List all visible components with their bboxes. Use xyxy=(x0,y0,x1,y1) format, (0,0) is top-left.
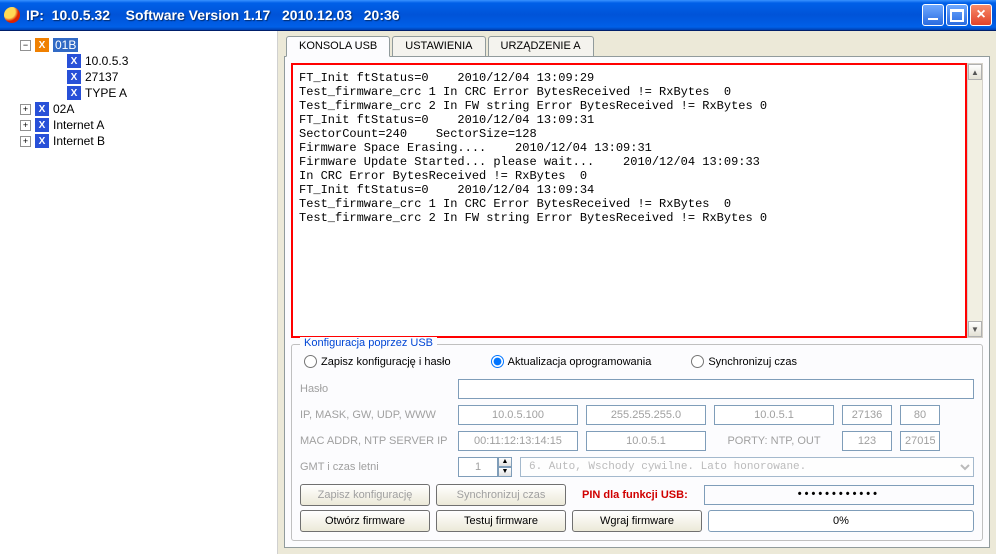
save-config-button: Zapisz konfigurację xyxy=(300,484,430,506)
tab-strip: KONSOLA USB USTAWIENIA URZĄDZENIE A xyxy=(284,36,990,56)
dst-mode-select: 6. Auto, Wschody cywilne. Lato honorowan… xyxy=(520,457,974,477)
node-icon: X xyxy=(35,102,49,116)
tab-console[interactable]: KONSOLA USB xyxy=(286,36,390,57)
progress-bar: 0% xyxy=(708,510,974,532)
node-icon: X xyxy=(35,134,49,148)
collapse-icon[interactable]: − xyxy=(20,40,31,51)
label-ip: IP, MASK, GW, UDP, WWW xyxy=(300,409,450,421)
expand-icon[interactable]: + xyxy=(20,136,31,147)
spin-up-icon: ▲ xyxy=(498,457,512,467)
scroll-up-icon[interactable]: ▲ xyxy=(968,64,982,80)
label-ports: PORTY: NTP, OUT xyxy=(714,435,834,447)
tree-node[interactable]: + X 02A xyxy=(4,101,273,117)
spin-down-icon: ▼ xyxy=(498,467,512,477)
tab-settings[interactable]: USTAWIENIA xyxy=(392,36,485,56)
label-gmt: GMT i czas letni xyxy=(300,461,450,473)
app-icon xyxy=(4,7,20,23)
tab-device-a[interactable]: URZĄDZENIE A xyxy=(488,36,594,56)
minimize-button[interactable] xyxy=(922,4,944,26)
udp-field xyxy=(842,405,892,425)
group-legend: Konfiguracja poprzez USB xyxy=(300,337,437,349)
radio-firmware-update[interactable]: Aktualizacja oprogramowania xyxy=(491,355,652,368)
radio-sync-input[interactable] xyxy=(691,355,704,368)
tree-child-label: TYPE A xyxy=(85,86,127,100)
node-icon: X xyxy=(35,38,49,52)
radio-save-input[interactable] xyxy=(304,355,317,368)
maximize-button[interactable] xyxy=(946,4,968,26)
mac-field xyxy=(458,431,578,451)
node-icon: X xyxy=(67,86,81,100)
password-field xyxy=(458,379,974,399)
gmt-value xyxy=(458,457,498,477)
tab-page: FT_Init ftStatus=0 2010/12/04 13:09:29 T… xyxy=(284,56,990,548)
tree-child-label: 10.0.5.3 xyxy=(85,54,128,68)
tree-node-label: Internet A xyxy=(53,118,104,132)
www-field xyxy=(900,405,940,425)
tree-node-label: 02A xyxy=(53,102,74,116)
open-firmware-button[interactable]: Otwórz firmware xyxy=(300,510,430,532)
tree-panel: − X 01B X 10.0.5.3 X 27137 X TYPE A + xyxy=(0,31,278,554)
label-mac: MAC ADDR, NTP SERVER IP xyxy=(300,435,450,447)
tree-child[interactable]: X 10.0.5.3 xyxy=(4,53,273,69)
out-port-field xyxy=(900,431,940,451)
tree-node[interactable]: + X Internet B xyxy=(4,133,273,149)
node-icon: X xyxy=(67,70,81,84)
usb-config-group: Konfiguracja poprzez USB Zapisz konfigur… xyxy=(291,344,983,541)
expand-icon[interactable]: + xyxy=(20,104,31,115)
radio-sync-time[interactable]: Synchronizuj czas xyxy=(691,355,797,368)
node-icon: X xyxy=(67,54,81,68)
console-output[interactable]: FT_Init ftStatus=0 2010/12/04 13:09:29 T… xyxy=(291,63,967,338)
tree-root-label: 01B xyxy=(53,38,78,52)
tree-child[interactable]: X 27137 xyxy=(4,69,273,85)
label-password: Hasło xyxy=(300,383,450,395)
sync-time-button: Synchronizuj czas xyxy=(436,484,566,506)
close-button[interactable] xyxy=(970,4,992,26)
gmt-spinner: ▲ ▼ xyxy=(458,457,512,477)
tree-child[interactable]: X TYPE A xyxy=(4,85,273,101)
radio-save-config[interactable]: Zapisz konfigurację i hasło xyxy=(304,355,451,368)
expand-icon[interactable]: + xyxy=(20,120,31,131)
title-bar: IP: 10.0.5.32 Software Version 1.17 2010… xyxy=(0,0,996,30)
ip-field xyxy=(458,405,578,425)
right-panel: KONSOLA USB USTAWIENIA URZĄDZENIE A FT_I… xyxy=(278,31,996,554)
tree-node[interactable]: + X Internet A xyxy=(4,117,273,133)
scroll-down-icon[interactable]: ▼ xyxy=(968,321,982,337)
tree-node-label: Internet B xyxy=(53,134,105,148)
ntp-port-field xyxy=(842,431,892,451)
upload-firmware-button[interactable]: Wgraj firmware xyxy=(572,510,702,532)
tree-child-label: 27137 xyxy=(85,70,118,84)
ntp-ip-field xyxy=(586,431,706,451)
tree-root[interactable]: − X 01B xyxy=(4,37,273,53)
mask-field xyxy=(586,405,706,425)
test-firmware-button[interactable]: Testuj firmware xyxy=(436,510,566,532)
pin-label: PIN dla funkcji USB: xyxy=(572,489,698,501)
gw-field xyxy=(714,405,834,425)
node-icon: X xyxy=(35,118,49,132)
scrollbar[interactable]: ▲ ▼ xyxy=(967,63,983,338)
window-title: IP: 10.0.5.32 Software Version 1.17 2010… xyxy=(26,7,400,23)
radio-update-input[interactable] xyxy=(491,355,504,368)
pin-field[interactable]: •••••••••••• xyxy=(704,485,974,505)
